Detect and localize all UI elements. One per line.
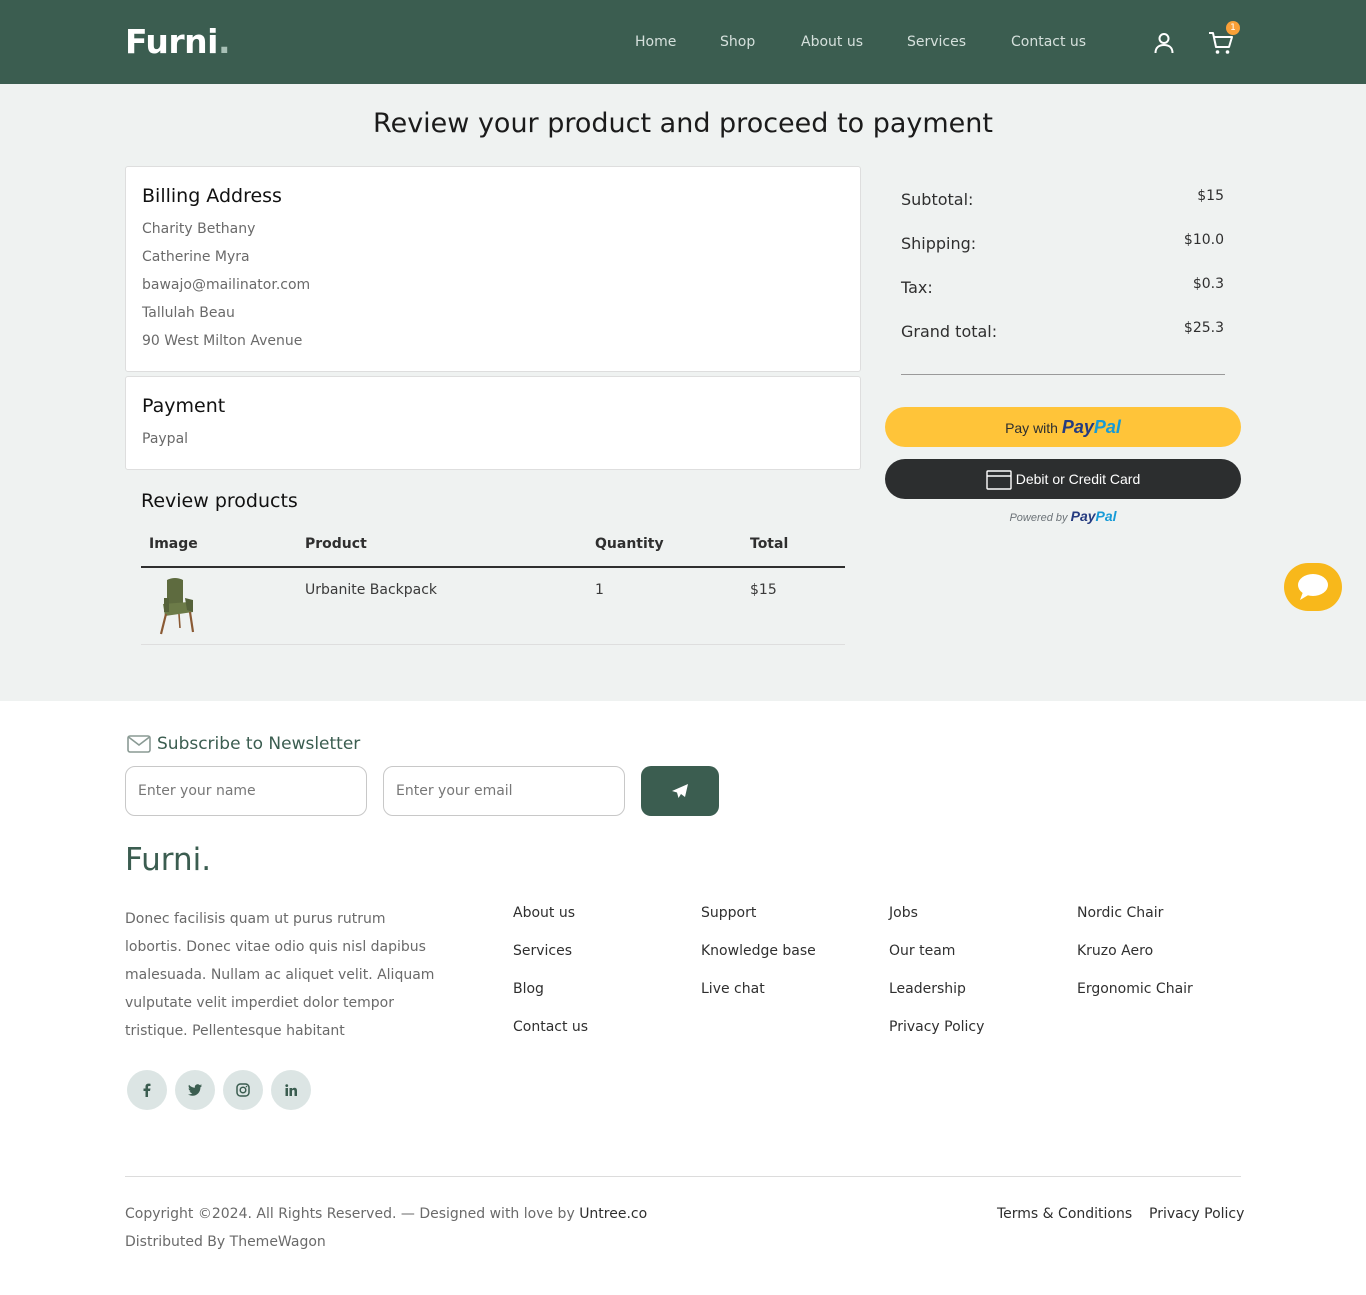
nav-contact[interactable]: Contact us [1011,34,1086,50]
newsletter-submit-button[interactable] [641,766,719,816]
footer-link-support[interactable]: Support [701,905,756,921]
paypal-logo-pal: Pal [1093,417,1121,437]
product-name: Urbanite Backpack [305,582,438,598]
product-quantity: 1 [595,582,604,598]
footer-link-kruzo-aero[interactable]: Kruzo Aero [1077,943,1153,959]
powered-logo-pay: Pay [1070,508,1096,524]
footer-link-our-team[interactable]: Our team [889,943,955,959]
billing-contact: Tallulah Beau [142,305,235,321]
designer-link[interactable]: Untree.co [579,1206,647,1222]
table-header-divider [141,566,845,568]
nav-home[interactable]: Home [635,34,676,50]
debit-credit-card-button[interactable]: Debit or Credit Card [885,459,1241,499]
tax-value: $0.3 [1192,276,1224,292]
card-button-label: Debit or Credit Card [1015,471,1141,487]
instagram-icon [236,1083,250,1097]
footer-link-knowledge-base[interactable]: Knowledge base [701,943,816,959]
paper-plane-icon [672,784,688,798]
facebook-link[interactable] [127,1070,167,1110]
billing-email: bawajo@mailinator.com [142,277,311,293]
page-title: Review your product and proceed to payme… [373,108,993,139]
billing-street: 90 West Milton Avenue [142,333,303,349]
nav-shop[interactable]: Shop [720,34,755,50]
copyright-text: Copyright ©2024. All Rights Reserved. — … [125,1206,647,1222]
column-header-total: Total [750,536,789,552]
powered-by-paypal: Powered by PayPal [885,508,1241,524]
summary-divider [901,374,1225,375]
billing-company: Catherine Myra [142,249,250,265]
newsletter-email-input[interactable] [383,766,625,816]
site-header: Furni. Home Shop About us Services Conta… [0,0,1366,84]
linkedin-link[interactable] [271,1070,311,1110]
footer-link-blog[interactable]: Blog [513,981,544,997]
facebook-icon [143,1083,151,1097]
distributed-by-text: Distributed By ThemeWagon [125,1234,326,1250]
footer-logo[interactable]: Furni. [125,842,211,878]
footer-about-text: Donec facilisis quam ut purus rutrum lob… [125,911,435,1039]
footer-link-services[interactable]: Services [513,943,572,959]
chat-bubble-icon [1298,574,1328,600]
column-header-quantity: Quantity [595,536,664,552]
footer-link-jobs[interactable]: Jobs [889,905,918,921]
paypal-logo-pay: Pay [1061,417,1094,437]
tax-label: Tax: [901,278,933,297]
footer-link-live-chat[interactable]: Live chat [701,981,765,997]
footer-link-ergonomic-chair[interactable]: Ergonomic Chair [1077,981,1193,997]
paypal-button[interactable]: Pay with PayPal [885,407,1241,447]
terms-link[interactable]: Terms & Conditions [997,1206,1132,1222]
chat-button[interactable] [1284,563,1342,611]
newsletter-title: Subscribe to Newsletter [157,734,361,754]
payment-heading: Payment [142,395,226,417]
product-total: $15 [750,582,777,598]
credit-card-icon [986,470,1012,490]
nav-services[interactable]: Services [907,34,966,50]
footer-link-nordic-chair[interactable]: Nordic Chair [1077,905,1163,921]
billing-heading: Billing Address [142,185,282,207]
twitter-link[interactable] [175,1070,215,1110]
subtotal-value: $15 [1197,188,1224,204]
shipping-label: Shipping: [901,234,977,253]
checkout-review-section: Review your product and proceed to payme… [0,84,1366,701]
linkedin-icon [285,1084,297,1096]
powered-by-text: Powered by [1009,512,1068,524]
footer-link-privacy[interactable]: Privacy Policy [889,1019,984,1035]
column-header-image: Image [149,536,198,552]
column-header-product: Product [305,536,367,552]
product-thumbnail [159,578,195,635]
grand-total-value: $25.3 [1183,320,1224,336]
review-products-heading: Review products [141,490,298,512]
user-icon[interactable] [1152,31,1176,55]
grand-total-label: Grand total: [901,322,998,341]
copyright-label: Copyright ©2024. All Rights Reserved. — … [125,1206,580,1222]
twitter-icon [188,1084,202,1096]
subtotal-label: Subtotal: [901,190,974,209]
powered-logo-pal: Pal [1095,508,1117,524]
instagram-link[interactable] [223,1070,263,1110]
privacy-policy-link[interactable]: Privacy Policy [1149,1206,1244,1222]
billing-address-card: Billing Address Charity Bethany Catherin… [125,166,861,372]
newsletter-name-input[interactable] [125,766,367,816]
shipping-value: $10.0 [1183,232,1224,248]
cart-count-badge: 1 [1226,21,1240,35]
footer-link-leadership[interactable]: Leadership [889,981,966,997]
paypal-button-label: Pay with [1005,420,1058,436]
table-row-divider [141,644,845,645]
envelope-icon [127,735,151,753]
footer-link-about[interactable]: About us [513,905,575,921]
payment-method: Paypal [142,431,189,447]
payment-card: Payment Paypal [125,376,861,470]
footer-divider [125,1176,1241,1177]
billing-name: Charity Bethany [142,221,256,237]
footer-link-contact[interactable]: Contact us [513,1019,588,1035]
nav-about[interactable]: About us [801,34,863,50]
